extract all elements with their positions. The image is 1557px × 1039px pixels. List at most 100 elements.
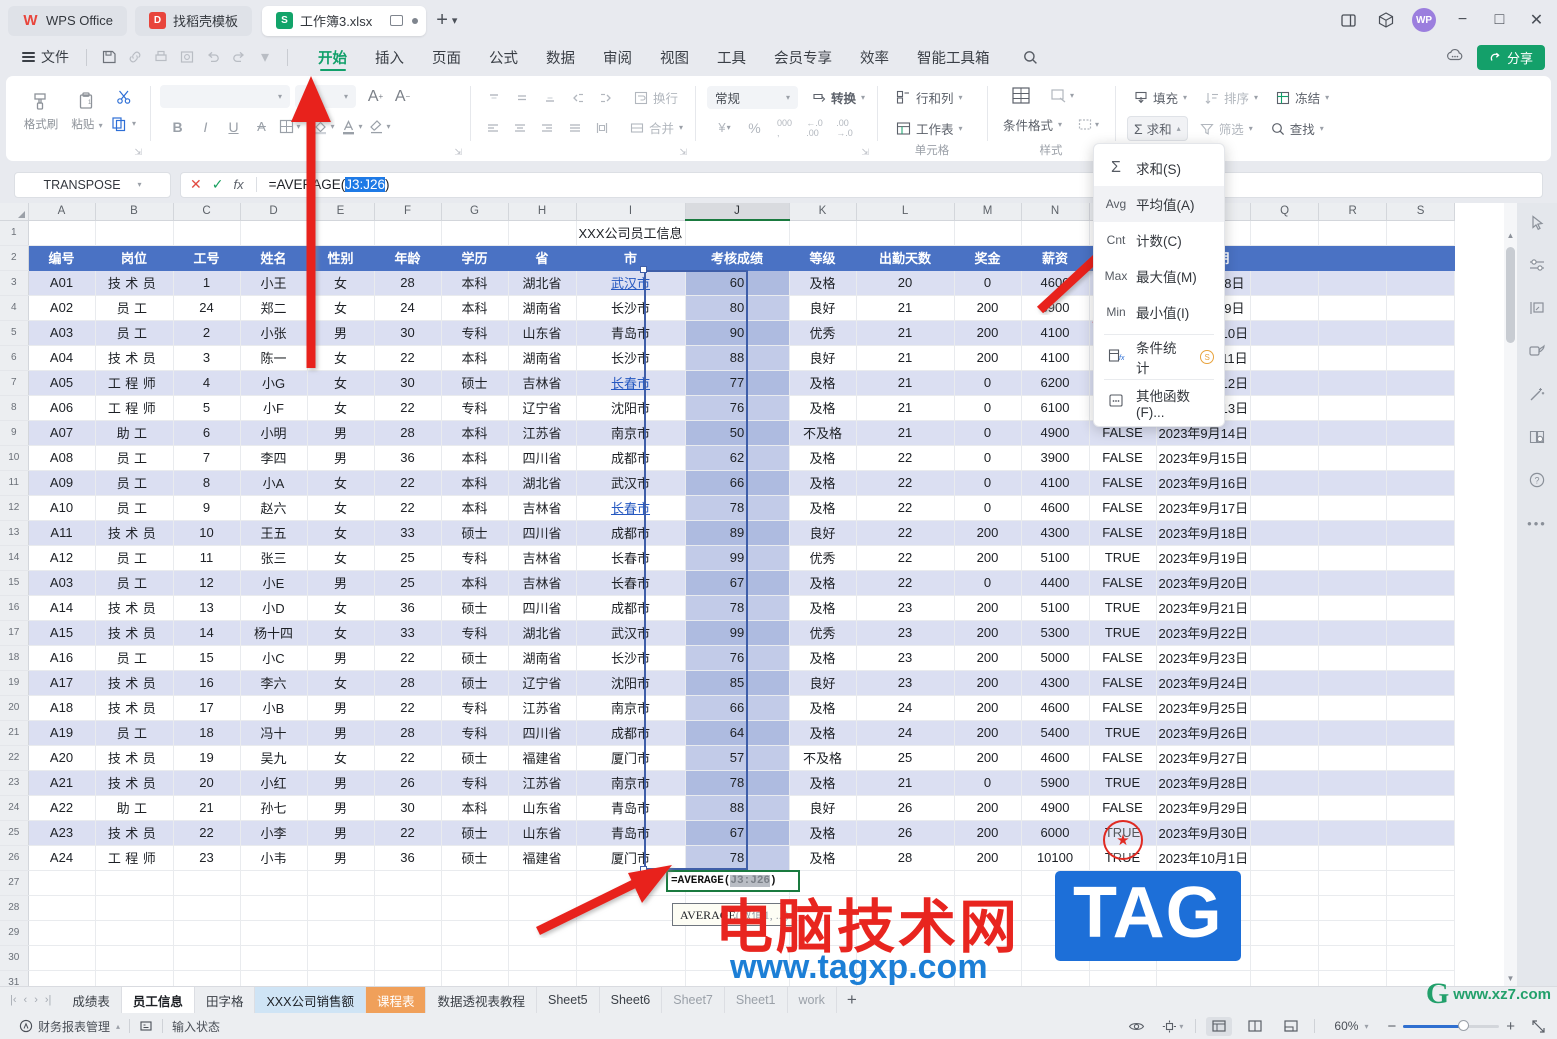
cell-R13[interactable] xyxy=(1319,520,1387,545)
cell-M25[interactable]: 200 xyxy=(954,820,1021,845)
cell-F6[interactable]: 22 xyxy=(374,345,441,370)
cell-R23[interactable] xyxy=(1319,770,1387,795)
dropdown-item-5[interactable]: fx条件统计S xyxy=(1094,339,1224,375)
cell-B21[interactable]: 员工 xyxy=(95,720,173,745)
cell-E31[interactable] xyxy=(307,970,374,986)
cell-O17[interactable]: TRUE xyxy=(1089,620,1156,645)
share-button[interactable]: 分享 xyxy=(1477,45,1545,70)
cell-J22[interactable]: 57 xyxy=(685,745,789,770)
cell-Q30[interactable] xyxy=(1251,945,1319,970)
chevron-down-icon[interactable]: ▾ xyxy=(138,180,142,189)
avatar[interactable]: WP xyxy=(1412,8,1436,32)
cell-K21[interactable]: 及格 xyxy=(789,720,856,745)
cell-J31[interactable] xyxy=(685,970,789,986)
cell-N3[interactable]: 4600 xyxy=(1021,270,1089,295)
cell-R7[interactable] xyxy=(1319,370,1387,395)
cell-S13[interactable] xyxy=(1387,520,1455,545)
cell-A5[interactable]: A03 xyxy=(28,320,95,345)
decrease-decimal-icon[interactable]: .00 →.0 xyxy=(831,115,858,140)
cell-K22[interactable]: 不及格 xyxy=(789,745,856,770)
cell-N12[interactable]: 4600 xyxy=(1021,495,1089,520)
borders-icon[interactable]: ▾ xyxy=(276,114,303,139)
cell-E23[interactable]: 男 xyxy=(307,770,374,795)
cell-S25[interactable] xyxy=(1387,820,1455,845)
cell-R17[interactable] xyxy=(1319,620,1387,645)
paste-button[interactable]: 1 粘贴 ▾ xyxy=(64,87,110,132)
cell-I29[interactable] xyxy=(576,920,685,945)
dropdown-item-6[interactable]: 其他函数(F)... xyxy=(1094,384,1224,420)
sheet-tab-5[interactable]: 数据透视表教程 xyxy=(426,987,537,1014)
column-header-S[interactable]: S xyxy=(1387,203,1455,220)
cell-O24[interactable]: FALSE xyxy=(1089,795,1156,820)
leaf-icon[interactable] xyxy=(1523,337,1551,365)
cell-P12[interactable]: 2023年9月17日 xyxy=(1156,495,1251,520)
dropdown-item-0[interactable]: Σ求和(S) xyxy=(1094,150,1224,186)
cell-J7[interactable]: 77 xyxy=(685,370,789,395)
cell-R16[interactable] xyxy=(1319,595,1387,620)
cell-L23[interactable]: 21 xyxy=(856,770,954,795)
cell-L15[interactable]: 22 xyxy=(856,570,954,595)
cell-B20[interactable]: 技术员 xyxy=(95,695,173,720)
cell-F20[interactable]: 22 xyxy=(374,695,441,720)
cell-M6[interactable]: 200 xyxy=(954,345,1021,370)
cell-R4[interactable] xyxy=(1319,295,1387,320)
cell-D23[interactable]: 小红 xyxy=(240,770,307,795)
fill-button[interactable]: 填充▾ xyxy=(1127,85,1193,110)
cell-Q1[interactable] xyxy=(1251,220,1319,245)
cell-K7[interactable]: 及格 xyxy=(789,370,856,395)
layout-options-icon[interactable]: ▾ xyxy=(1159,1017,1185,1036)
cell-H11[interactable]: 湖北省 xyxy=(508,470,576,495)
row-header-29[interactable]: 29 xyxy=(0,920,28,945)
row-header-11[interactable]: 11 xyxy=(0,470,28,495)
cell-G12[interactable]: 本科 xyxy=(441,495,508,520)
cell-E6[interactable]: 女 xyxy=(307,345,374,370)
cell-S12[interactable] xyxy=(1387,495,1455,520)
cell-I20[interactable]: 南京市 xyxy=(576,695,685,720)
cell-S10[interactable] xyxy=(1387,445,1455,470)
cell-N17[interactable]: 5300 xyxy=(1021,620,1089,645)
cell-P20[interactable]: 2023年9月25日 xyxy=(1156,695,1251,720)
cell-E19[interactable]: 女 xyxy=(307,670,374,695)
cell-H2[interactable]: 省 xyxy=(508,245,576,270)
select-all-corner[interactable] xyxy=(0,203,28,220)
cell-G17[interactable]: 专科 xyxy=(441,620,508,645)
cell-M9[interactable]: 0 xyxy=(954,420,1021,445)
cell-I24[interactable]: 青岛市 xyxy=(576,795,685,820)
row-header-19[interactable]: 19 xyxy=(0,670,28,695)
cell-C27[interactable] xyxy=(173,870,240,895)
cell-A17[interactable]: A15 xyxy=(28,620,95,645)
cell-S7[interactable] xyxy=(1387,370,1455,395)
cell-E20[interactable]: 男 xyxy=(307,695,374,720)
formula-input[interactable]: =AVERAGE(J3:J26) xyxy=(269,177,390,192)
cell-C28[interactable] xyxy=(173,895,240,920)
cell-E5[interactable]: 男 xyxy=(307,320,374,345)
cell-Q11[interactable] xyxy=(1251,470,1319,495)
cell-D15[interactable]: 小E xyxy=(240,570,307,595)
rows-columns-button[interactable]: 行和列▾ xyxy=(889,85,969,110)
cell-N27[interactable] xyxy=(1021,870,1089,895)
cell-J4[interactable]: 80 xyxy=(685,295,789,320)
cell-F25[interactable]: 22 xyxy=(374,820,441,845)
cell-H29[interactable] xyxy=(508,920,576,945)
cell-I10[interactable]: 成都市 xyxy=(576,445,685,470)
cell-B3[interactable]: 技术员 xyxy=(95,270,173,295)
cell-E3[interactable]: 女 xyxy=(307,270,374,295)
cell-B14[interactable]: 员工 xyxy=(95,545,173,570)
cell-C10[interactable]: 7 xyxy=(173,445,240,470)
align-top-icon[interactable] xyxy=(480,85,507,110)
row-header-30[interactable]: 30 xyxy=(0,945,28,970)
cell-format-icon[interactable] xyxy=(1523,294,1551,322)
cell-R15[interactable] xyxy=(1319,570,1387,595)
cell-H18[interactable]: 湖南省 xyxy=(508,645,576,670)
cell-H5[interactable]: 山东省 xyxy=(508,320,576,345)
cell-N21[interactable]: 5400 xyxy=(1021,720,1089,745)
zoom-level[interactable]: 60%▾ xyxy=(1325,1019,1377,1033)
cell-A19[interactable]: A17 xyxy=(28,670,95,695)
spreadsheet-grid[interactable]: ABCDEFGHIJKLMNOPQRS1XXX公司员工信息2编号岗位工号姓名性别… xyxy=(0,203,1517,986)
cell-M18[interactable]: 200 xyxy=(954,645,1021,670)
cell-N9[interactable]: 4900 xyxy=(1021,420,1089,445)
cell-R31[interactable] xyxy=(1319,970,1387,986)
cell-E15[interactable]: 男 xyxy=(307,570,374,595)
cell-M15[interactable]: 0 xyxy=(954,570,1021,595)
row-header-23[interactable]: 23 xyxy=(0,770,28,795)
